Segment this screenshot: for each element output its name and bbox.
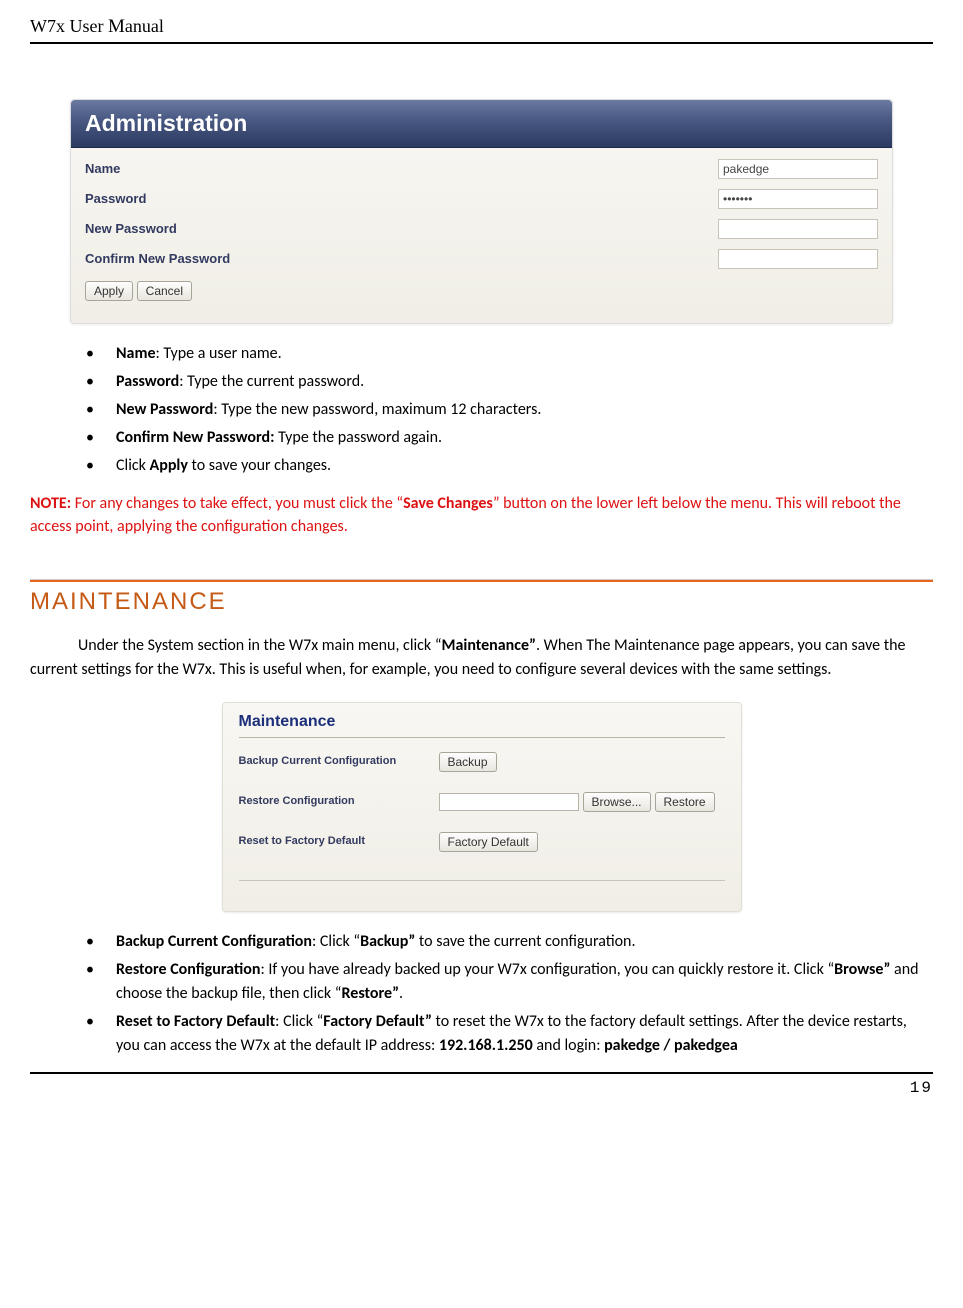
row-confirm-password: Confirm New Password — [85, 244, 878, 274]
list-item: Click Apply to save your changes. — [86, 454, 933, 478]
list-item: Confirm New Password: Type the password … — [86, 426, 933, 450]
list-item: Reset to Factory Default: Click “Factory… — [86, 1010, 933, 1058]
row-factory-default: Reset to Factory Default Factory Default — [239, 822, 725, 862]
page-number: 19 — [30, 1074, 933, 1100]
list-item: Name: Type a user name. — [86, 342, 933, 366]
row-restore: Restore Configuration Browse... Restore — [239, 782, 725, 822]
page-header: W7x User Manual — [30, 14, 933, 44]
browse-button[interactable]: Browse... — [583, 792, 651, 812]
new-password-input[interactable] — [718, 219, 878, 239]
row-name: Name — [85, 154, 878, 184]
admin-panel-title: Administration — [71, 100, 892, 148]
maintenance-divider — [239, 880, 725, 881]
maintenance-panel: Maintenance Backup Current Configuration… — [222, 702, 742, 912]
factory-default-label: Reset to Factory Default — [239, 834, 439, 849]
restore-file-input[interactable] — [439, 793, 579, 811]
maintenance-panel-title: Maintenance — [239, 709, 725, 738]
maintenance-bullet-list: Backup Current Configuration: Click “Bac… — [86, 930, 933, 1058]
list-item: Restore Configuration: If you have alrea… — [86, 958, 933, 1006]
apply-button[interactable]: Apply — [85, 281, 133, 301]
administration-panel: Administration Name Password New Passwor… — [70, 99, 893, 325]
cancel-button[interactable]: Cancel — [137, 281, 192, 301]
admin-bullet-list: Name: Type a user name. Password: Type t… — [86, 342, 933, 478]
factory-default-button[interactable]: Factory Default — [439, 832, 538, 852]
backup-label: Backup Current Configuration — [239, 754, 439, 769]
new-password-label: New Password — [85, 220, 718, 238]
row-password: Password — [85, 184, 878, 214]
section-rule — [30, 579, 933, 582]
restore-button[interactable]: Restore — [655, 792, 715, 812]
list-item: Backup Current Configuration: Click “Bac… — [86, 930, 933, 954]
note-paragraph: NOTE: For any changes to take effect, yo… — [30, 492, 933, 538]
doc-title: W7x User Manual — [30, 14, 164, 40]
confirm-password-label: Confirm New Password — [85, 250, 718, 268]
section-title-maintenance: MAINTENANCE — [30, 586, 933, 618]
list-item: Password: Type the current password. — [86, 370, 933, 394]
password-input[interactable] — [718, 189, 878, 209]
row-backup: Backup Current Configuration Backup — [239, 742, 725, 782]
backup-button[interactable]: Backup — [439, 752, 497, 772]
restore-label: Restore Configuration — [239, 794, 439, 809]
list-item: New Password: Type the new password, max… — [86, 398, 933, 422]
password-label: Password — [85, 190, 718, 208]
row-new-password: New Password — [85, 214, 878, 244]
maintenance-intro: Under the System section in the W7x main… — [30, 634, 933, 682]
confirm-password-input[interactable] — [718, 249, 878, 269]
name-input[interactable] — [718, 159, 878, 179]
name-label: Name — [85, 160, 718, 178]
